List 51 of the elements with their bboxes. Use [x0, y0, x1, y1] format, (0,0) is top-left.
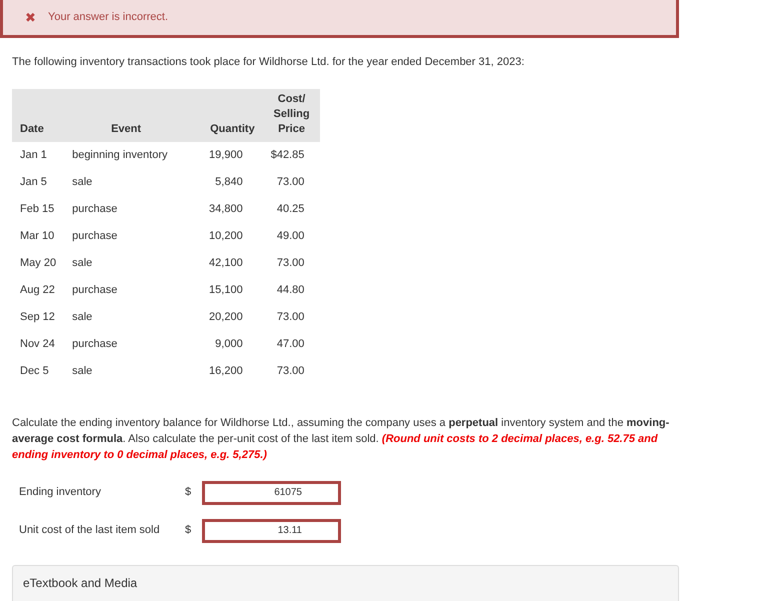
- table-cell-text: Nov 24: [19, 336, 56, 352]
- table-cell-text: 9,000: [214, 336, 244, 352]
- table-cell-text: 15,100: [208, 282, 244, 298]
- feedback-message: Your answer is incorrect.: [48, 10, 168, 26]
- table-cell-text: Mar 10: [19, 228, 56, 244]
- answer-label: Ending inventory: [19, 485, 102, 500]
- table-cell-text: 5,840: [214, 174, 244, 190]
- table-cell-text: Aug 22: [19, 282, 56, 298]
- question-text: Calculate the ending inventory balance for Wildhorse Ltd., assuming the company uses a perpetual inventory system and the moving-average cost formula. Also calculate the per-unit cost of the last item sold. (Round unit costs to 2 decimal places, e.g. 52.75 and ending inventory to 0 decimal places, e.g. 5,275.): [12, 416, 670, 462]
- table-cell-text: 73.00: [276, 174, 306, 190]
- table-cell-text: purchase: [71, 336, 118, 352]
- table-cell-text: Jan 5: [19, 174, 48, 190]
- column-header: Cost/ Selling Price: [262, 88, 320, 142]
- table-cell: $42.85: [262, 142, 320, 168]
- table-cell-text: 34,800: [208, 202, 244, 217]
- table-cell-text: sale: [71, 310, 94, 325]
- table-cell-text: 20,200: [208, 310, 244, 325]
- column-header: Event: [64, 88, 188, 142]
- table-cell: Jan 1: [12, 142, 64, 168]
- answer-label: Unit cost of the last item sold: [19, 523, 161, 538]
- table-cell-text: 44.80: [276, 282, 306, 298]
- table-cell-text: sale: [71, 256, 94, 271]
- table-cell-text: 47.00: [276, 336, 306, 352]
- column-header: Date: [12, 88, 64, 142]
- table-cell: beginning inventory: [64, 142, 188, 168]
- table-cell-text: 16,200: [208, 364, 244, 379]
- table-cell-text: purchase: [71, 282, 118, 298]
- table-cell-text: sale: [71, 174, 94, 190]
- table-cell-text: Dec 5: [19, 364, 50, 379]
- table-cell-text: 49.00: [276, 228, 306, 244]
- cross-icon: ✖: [25, 11, 36, 24]
- table-cell-text: May 20: [19, 256, 58, 271]
- table-cell-text: sale: [71, 364, 94, 379]
- table-cell-text: 10,200: [208, 228, 244, 244]
- answer-field[interactable]: 61075: [202, 480, 341, 504]
- intro-text: The following inventory transactions took place for Wildhorse Ltd. for the year ended December 31, 2023:: [12, 55, 526, 70]
- column-header: Quantity: [188, 88, 263, 142]
- table-cell-text: 73.00: [276, 364, 306, 379]
- answer-field[interactable]: 13.11: [202, 518, 341, 542]
- currency-sign: $: [185, 523, 192, 538]
- table-cell: 19,900: [188, 142, 263, 168]
- table-cell-text: 40.25: [276, 202, 306, 217]
- table-cell-text: Sep 12: [19, 310, 56, 325]
- currency-sign: $: [185, 485, 192, 500]
- table-cell-text: 73.00: [276, 310, 306, 325]
- table-cell-text: 73.00: [276, 256, 306, 271]
- table-cell-text: 42,100: [208, 256, 244, 271]
- table-cell-text: purchase: [71, 228, 118, 244]
- table-cell-text: purchase: [71, 202, 118, 217]
- panel-title: eTextbook and Media: [12, 564, 679, 601]
- table-cell-text: Feb 15: [19, 202, 56, 217]
